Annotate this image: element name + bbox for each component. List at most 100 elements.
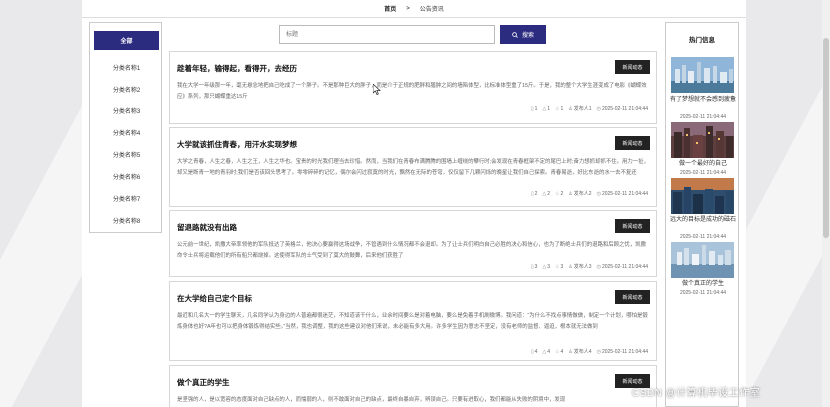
article-badge: 新闻动态: [615, 60, 650, 74]
article-badge: 新闻动态: [615, 219, 650, 233]
view-count: 1: [534, 105, 538, 112]
article-time: 2025-02-11 21:04:44: [601, 190, 648, 197]
watermark: CSDN @计算机毕设工作室: [632, 388, 761, 399]
mouse-cursor-icon: [373, 84, 381, 95]
category-item[interactable]: 分类名称7: [94, 191, 159, 205]
category-item[interactable]: 分类名称5: [94, 147, 159, 161]
skyline-water-image: [671, 242, 734, 278]
clock-icon: ◷: [596, 348, 601, 355]
like-icon: △: [542, 105, 547, 112]
article-title[interactable]: 做个真正的学生: [177, 377, 649, 388]
user-icon: ♙: [568, 348, 573, 355]
collect-icon: ♤: [555, 105, 560, 112]
page-scrollbar[interactable]: [822, 0, 830, 407]
category-sidebar: 全部 分类名称1 分类名称2 分类名称3 分类名称4 分类名称5 分类名称6 分…: [89, 22, 162, 233]
main-container: 全部 分类名称1 分类名称2 分类名称3 分类名称4 分类名称5 分类名称6 分…: [82, 18, 746, 407]
night-city-image: [671, 122, 734, 158]
category-item[interactable]: 分类名称3: [94, 103, 159, 117]
category-item[interactable]: 分类名称6: [94, 169, 159, 183]
article-author: 发布人2: [573, 191, 592, 197]
hot-item-image[interactable]: [671, 57, 734, 93]
like-count: 4: [547, 348, 551, 355]
breadcrumb-home[interactable]: 首页: [384, 4, 396, 13]
article-meta: ▯ 4 △ 4 ♤ 4 ♙ 发布人4 ◷ 2025-02-11 21:04:44: [530, 348, 648, 356]
collect-icon: ♤: [555, 348, 560, 355]
like-icon: △: [542, 190, 547, 197]
article-badge: 新闻动态: [615, 136, 650, 150]
view-count: 4: [534, 348, 538, 355]
hot-item-name[interactable]: 做个真正的学生: [668, 280, 738, 288]
category-all[interactable]: 全部: [94, 31, 159, 50]
view-count: 2: [534, 190, 538, 197]
article-title[interactable]: 留退路就没有出路: [177, 222, 649, 233]
collect-count: 4: [560, 348, 564, 355]
hot-item-name[interactable]: 做一个最好的自己: [668, 160, 738, 168]
sunset-city-image: [671, 178, 734, 214]
search-button[interactable]: 搜索: [500, 25, 546, 44]
like-count: 1: [547, 105, 551, 112]
hot-item-image[interactable]: [671, 178, 734, 214]
article-author: 发布人1: [573, 106, 592, 112]
hot-info-panel: 热门信息 有了梦想就不会感到疲惫 2025-02-11 21:04:44 做一个…: [665, 22, 739, 407]
category-item[interactable]: 分类名称2: [94, 82, 159, 96]
collect-count: 1: [560, 105, 564, 112]
hot-info-title: 热门信息: [689, 37, 715, 44]
article-card[interactable]: 留退路就没有出路 新闻动态 公元前一世纪，凯撒大帝率领他的军队抵达了英格兰，他决…: [169, 210, 657, 277]
hot-item-image[interactable]: [671, 122, 734, 158]
hot-item-date: 2025-02-11 21:04:44: [679, 234, 727, 240]
city-skyline-image: [671, 57, 734, 93]
breadcrumb-separator: >: [406, 5, 410, 12]
view-icon: ▯: [530, 105, 534, 112]
breadcrumb-current: 公告资讯: [419, 7, 444, 13]
view-count: 3: [534, 263, 538, 270]
category-item[interactable]: 分类名称1: [94, 60, 159, 74]
collect-icon: ♤: [555, 190, 560, 197]
article-time: 2025-02-11 21:04:44: [601, 263, 648, 270]
search-input[interactable]: [279, 25, 495, 44]
article-author: 发布人4: [573, 349, 592, 355]
scrollbar-thumb[interactable]: [823, 38, 829, 238]
clock-icon: ◷: [596, 105, 601, 112]
article-title[interactable]: 在大学给自己定个目标: [177, 293, 649, 304]
article-summary: 我在大学一年级那一年，毫无悬念地把自己吃成了一个胖子。不是那种巨大的胖子，而是介…: [177, 83, 647, 100]
article-badge: 新闻动态: [615, 290, 650, 304]
view-icon: ▯: [530, 190, 534, 197]
article-meta: ▯ 1 △ 1 ♤ 1 ♙ 发布人1 ◷ 2025-02-11 21:04:44: [530, 105, 648, 113]
article-meta: ▯ 2 △ 2 ♤ 2 ♙ 发布人2 ◷ 2025-02-11 21:04:44: [530, 190, 648, 198]
clock-icon: ◷: [596, 263, 601, 270]
view-icon: ▯: [530, 348, 534, 355]
category-item[interactable]: 分类名称8: [94, 213, 159, 227]
search-button-label: 搜索: [521, 33, 534, 39]
article-author: 发布人3: [573, 264, 592, 270]
category-item[interactable]: 分类名称4: [94, 125, 159, 139]
article-card[interactable]: 趁着年轻，输得起，看得开，去经历 新闻动态 我在大学一年级那一年，毫无悬念地把自…: [169, 51, 657, 124]
article-title[interactable]: 大学就该抓住青春，用汗水实现梦想: [177, 139, 649, 150]
view-icon: ▯: [530, 263, 534, 270]
hot-item-date: 2025-02-11 21:04:44: [679, 290, 727, 296]
article-summary: 大学之青春，人生之春，人生之王，人生之华也。宝贵的时光我们理当去珍惜。然而，当我…: [177, 159, 649, 176]
like-icon: △: [542, 263, 547, 270]
hot-item-name[interactable]: 远大的目标是成功的磁石: [668, 216, 738, 224]
hot-item-date: 2025-02-11 21:04:44: [679, 114, 727, 120]
article-meta: ▯ 3 △ 3 ♤ 3 ♙ 发布人3 ◷ 2025-02-11 21:04:44: [530, 263, 648, 271]
user-icon: ♙: [568, 190, 573, 197]
collect-count: 3: [560, 263, 564, 270]
article-time: 2025-02-11 21:04:44: [601, 348, 648, 355]
collect-icon: ♤: [555, 263, 560, 270]
hot-item-name[interactable]: 有了梦想就不会感到疲惫: [668, 96, 738, 104]
clock-icon: ◷: [596, 190, 601, 197]
article-card[interactable]: 在大学给自己定个目标 新闻动态 最近和几名大一的学生聊天，几名同学认为身边的人普…: [169, 281, 657, 361]
article-title[interactable]: 趁着年轻，输得起，看得开，去经历: [177, 63, 649, 74]
article-card[interactable]: 大学就该抓住青春，用汗水实现梦想 新闻动态 大学之青春，人生之春，人生之王，人生…: [169, 127, 657, 207]
collect-count: 2: [560, 190, 564, 197]
search-icon: [512, 31, 518, 38]
article-summary: 公元前一世纪，凯撒大帝率领他的军队抵达了英格兰，他决心要赢得这场战争，不管遇到什…: [177, 242, 646, 259]
like-count: 2: [547, 190, 551, 197]
like-icon: △: [542, 348, 547, 355]
breadcrumb: 首页 > 公告资讯: [82, 0, 746, 18]
article-card[interactable]: 做个真正的学生 新闻动态 是坚强的人，是以宽容的态度面对自己缺点的人，而懦弱的人…: [169, 365, 657, 407]
user-icon: ♙: [568, 263, 573, 270]
hot-item-date: 2025-02-11 21:04:44: [679, 170, 727, 176]
hot-item-image[interactable]: [671, 242, 734, 278]
article-summary: 最近和几名大一的学生聊天，几名同学认为身边的人普遍都很迷茫，不知道该干什么，业余…: [177, 313, 648, 330]
